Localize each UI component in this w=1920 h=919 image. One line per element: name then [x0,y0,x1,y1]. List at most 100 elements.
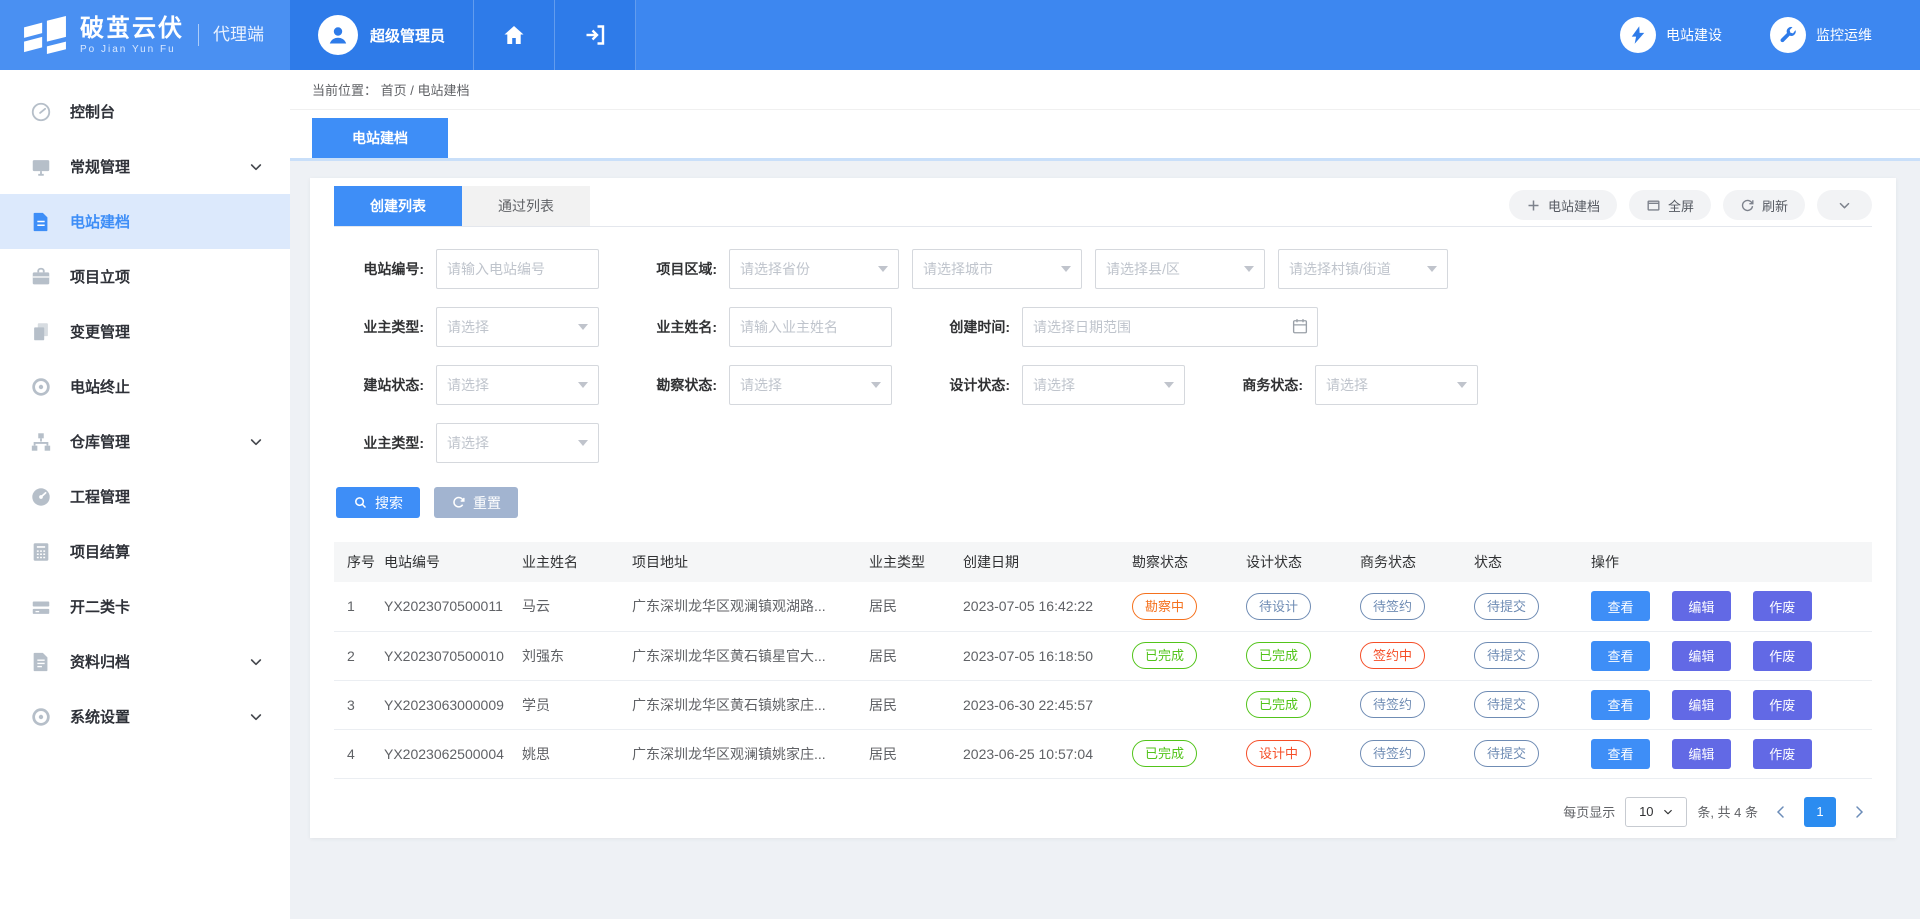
page-tab-station-archive[interactable]: 电站建档 [312,118,448,158]
view-button[interactable]: 查看 [1591,690,1650,720]
survey-status-select[interactable]: 请选择 [729,365,892,405]
sidebar-item-change-mgmt[interactable]: 变更管理 [0,304,290,359]
content-card: 创建列表 通过列表 电站建档 全屏 刷新 [310,178,1896,838]
mode-station-build[interactable]: 电站建设 [1620,0,1722,70]
caret-down-icon [1164,382,1174,388]
county-select[interactable]: 请选择县/区 [1095,249,1265,289]
caret-down-icon [1061,266,1071,272]
caret-down-icon [1244,266,1254,272]
sidebar-item-class2-card[interactable]: 开二类卡 [0,579,290,634]
sidebar-item-project-settlement[interactable]: 项目结算 [0,524,290,579]
sidebar-item-station-archive[interactable]: 电站建档 [0,194,290,249]
caret-down-icon [578,324,588,330]
town-select[interactable]: 请选择村镇/街道 [1278,249,1448,289]
business-status-badge: 待签约 [1360,740,1425,767]
home-button[interactable] [474,0,555,70]
next-page-button[interactable] [1846,797,1872,827]
search-button[interactable]: 搜索 [336,487,420,518]
business-status-select[interactable]: 请选择 [1315,365,1478,405]
edit-button[interactable]: 编辑 [1672,739,1731,769]
design-status-badge: 已完成 [1246,691,1311,718]
view-button[interactable]: 查看 [1591,591,1650,621]
create-time-label: 创建时间: [922,317,1010,337]
owner-name-label: 业主姓名: [629,317,717,337]
sidebar-item-project-setup[interactable]: 项目立项 [0,249,290,304]
table-row: 2 YX2023070500010 刘强东 广东深圳龙华区黄石镇星官大... 居… [334,631,1872,680]
sidebar-item-console[interactable]: 控制台 [0,84,290,139]
logo-icon [22,15,68,55]
owner-type2-select[interactable]: 请选择 [436,423,599,463]
survey-status-label: 勘察状态: [629,375,717,395]
create-station-button[interactable]: 电站建档 [1509,190,1617,220]
edit-button[interactable]: 编辑 [1672,641,1731,671]
per-page-select[interactable]: 10 [1625,797,1687,827]
total-count-label: 条, 共 4 条 [1697,802,1758,821]
gauge-icon [30,486,52,508]
plus-icon [1526,198,1541,213]
monitor-icon [30,156,52,178]
view-button[interactable]: 查看 [1591,641,1650,671]
app-subtitle: Po Jian Yun Fu [80,44,184,55]
chevron-down-icon [248,159,264,175]
reset-icon [451,495,466,510]
owner-type-label: 业主类型: [336,317,424,337]
tab-passed-list[interactable]: 通过列表 [462,186,590,226]
logo-block: 破茧云伏 Po Jian Yun Fu 代理端 [0,0,290,70]
collapse-toolbar-button[interactable] [1817,190,1872,220]
prev-page-button[interactable] [1768,797,1794,827]
sidebar-item-general-mgmt[interactable]: 常规管理 [0,139,290,194]
breadcrumb-path[interactable]: 首页 / 电站建档 [381,80,470,99]
caret-down-icon [878,266,888,272]
per-page-label: 每页显示 [1563,802,1615,821]
chevron-right-icon [1851,804,1867,820]
mode-monitor-ops[interactable]: 监控运维 [1770,0,1872,70]
caret-down-icon [578,440,588,446]
city-select[interactable]: 请选择城市 [912,249,1082,289]
table-row: 3 YX2023063000009 学员 广东深圳龙华区黄石镇姚家庄... 居民… [334,680,1872,729]
table-row: 4 YX2023062500004 姚思 广东深圳龙华区观澜镇姚家庄... 居民… [334,729,1872,778]
design-status-select[interactable]: 请选择 [1022,365,1185,405]
station-code-label: 电站编号: [336,259,424,279]
sidebar-item-system-settings[interactable]: 系统设置 [0,689,290,744]
void-button[interactable]: 作废 [1753,690,1812,720]
breadcrumb-prefix: 当前位置： [312,80,377,99]
page-1-button[interactable]: 1 [1804,797,1836,827]
build-status-label: 建站状态: [336,375,424,395]
tab-create-list[interactable]: 创建列表 [334,186,462,226]
sidebar-item-data-archive[interactable]: 资料归档 [0,634,290,689]
user-menu[interactable]: 超级管理员 [290,0,474,70]
sidebar-item-engineering-mgmt[interactable]: 工程管理 [0,469,290,524]
sitemap-icon [30,431,52,453]
void-button[interactable]: 作废 [1753,591,1812,621]
void-button[interactable]: 作废 [1753,739,1812,769]
edit-button[interactable]: 编辑 [1672,690,1731,720]
calendar-icon [1291,317,1309,335]
date-range-input[interactable] [1022,307,1318,347]
design-status-badge: 设计中 [1246,740,1311,767]
owner-type2-label: 业主类型: [336,433,424,453]
owner-type-select[interactable]: 请选择 [436,307,599,347]
owner-name-input[interactable] [729,307,892,347]
view-button[interactable]: 查看 [1591,739,1650,769]
edit-button[interactable]: 编辑 [1672,591,1731,621]
target-icon [30,376,52,398]
region-label: 项目区域: [629,259,717,279]
sidebar-item-station-terminate[interactable]: 电站终止 [0,359,290,414]
status-badge: 待提交 [1474,642,1539,669]
fullscreen-button[interactable]: 全屏 [1629,190,1711,220]
business-status-badge: 待签约 [1360,691,1425,718]
build-status-select[interactable]: 请选择 [436,365,599,405]
logout-button[interactable] [555,0,636,70]
station-table: 序号 电站编号 业主姓名 项目地址 业主类型 创建日期 勘察状态 设计状态 商务… [334,542,1872,779]
refresh-button[interactable]: 刷新 [1723,190,1805,220]
void-button[interactable]: 作废 [1753,641,1812,671]
sidebar: 控制台 常规管理 电站建档 项目立项 变更管理 电站终止 仓库管理 [0,70,290,919]
reset-button[interactable]: 重置 [434,487,518,518]
province-select[interactable]: 请选择省份 [729,249,899,289]
business-status-label: 商务状态: [1215,375,1303,395]
status-badge: 待提交 [1474,740,1539,767]
status-badge: 待提交 [1474,593,1539,620]
home-icon [502,23,526,47]
sidebar-item-warehouse-mgmt[interactable]: 仓库管理 [0,414,290,469]
station-code-input[interactable] [436,249,599,289]
